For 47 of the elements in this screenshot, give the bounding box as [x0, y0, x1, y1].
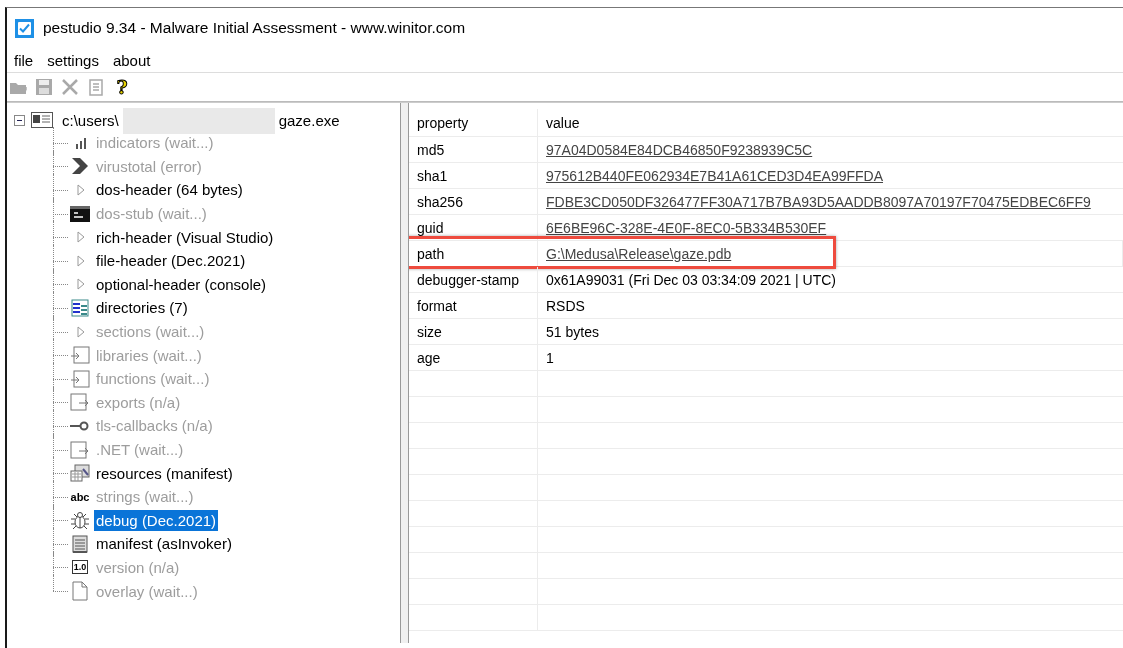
resources-icon	[70, 464, 90, 483]
abc-icon: abc	[70, 490, 90, 503]
property-cell: md5	[409, 137, 538, 162]
collapse-icon[interactable]	[14, 114, 25, 126]
tree-item[interactable]: manifest (asInvoker)	[94, 533, 234, 555]
document-icon	[70, 533, 90, 554]
version-icon: 1.0	[71, 560, 89, 575]
tree-item[interactable]: file-header (Dec.2021)	[94, 250, 248, 272]
window-icon	[31, 112, 53, 128]
property-cell: size	[409, 319, 538, 344]
tree-item[interactable]: optional-header (console)	[94, 273, 269, 295]
column-header[interactable]: value	[538, 109, 1123, 136]
property-cell: path	[409, 241, 538, 266]
bug-icon	[70, 510, 90, 531]
app-logo-icon	[15, 18, 34, 38]
value-cell: RSDS	[546, 297, 585, 314]
value-link[interactable]: 97A04D0584E84DCB46850F9238939C5C	[546, 141, 813, 158]
tree-item[interactable]: debug (Dec.2021)	[94, 509, 219, 531]
value-cell: 0x61A99031 (Fri Dec 03 03:34:09 2021 | UTC)	[546, 271, 837, 288]
property-cell: age	[409, 345, 538, 370]
value-link[interactable]: FDBE3CD050DF326477FF30A717B7BA93D5AADDB8097A70197F70475EDBEC6FF9	[546, 193, 1091, 210]
value-cell: 1	[546, 349, 554, 366]
property-cell: format	[409, 293, 538, 318]
column-header[interactable]: property	[409, 109, 538, 136]
chevron-icon	[71, 157, 89, 176]
tree-item[interactable]: rich-header (Visual Studio)	[94, 226, 276, 248]
value-cell: 51 bytes	[546, 323, 599, 340]
property-cell: sha1	[409, 163, 538, 188]
tree-item[interactable]: directories (7)	[94, 297, 190, 319]
value-link[interactable]: 975612B440FE062934E7B41A61CED3D4EA99FFDA	[546, 167, 883, 184]
tree-item[interactable]: resources (manifest)	[94, 462, 235, 484]
menu-item[interactable]: about	[105, 51, 158, 69]
page-icon	[71, 581, 89, 602]
console-icon	[70, 205, 90, 222]
tree-item[interactable]: dos-header (64 bytes)	[94, 179, 245, 201]
property-cell: guid	[409, 215, 538, 240]
table-icon	[71, 298, 89, 317]
property-cell: debugger-stamp	[409, 267, 538, 292]
value-link[interactable]: G:\Medusa\Release\gaze.pdb	[546, 245, 732, 262]
window-title: pestudio 9.34 - Malware Initial Assessment - www.winitor.com	[43, 19, 466, 37]
value-link[interactable]: 6E6BE96C-328E-4E0F-8EC0-5B334B530EF	[546, 219, 827, 236]
property-cell: sha256	[409, 189, 538, 214]
key-icon	[70, 420, 90, 431]
menu-item[interactable]: file	[7, 51, 41, 69]
menu-item[interactable]: settings	[40, 51, 106, 69]
file-path[interactable]: c:\users\	[62, 111, 119, 129]
file-name[interactable]: gaze.exe	[278, 111, 340, 129]
